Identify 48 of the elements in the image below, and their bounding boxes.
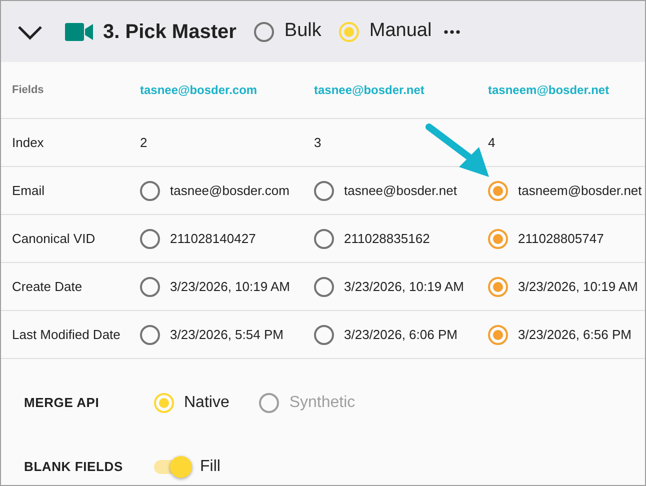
toggle-label: Fill: [200, 457, 220, 477]
more-icon[interactable]: [444, 30, 460, 34]
column-header: Fields: [12, 82, 45, 98]
annotation-arrow: [426, 124, 489, 177]
table-cell-text: 4: [488, 134, 496, 152]
radio-button[interactable]: [140, 180, 160, 200]
video-camera-icon: [65, 22, 93, 40]
table-cell-text: 3: [314, 134, 322, 152]
table-cell-text: tasneem@bosder.net: [518, 182, 642, 200]
radio-label: Bulk: [284, 19, 322, 44]
table-cell-text: 3/23/2026, 6:56 PM: [518, 326, 632, 344]
radio-button[interactable]: [140, 228, 160, 248]
radio-button[interactable]: [488, 276, 508, 296]
radio-button[interactable]: [314, 324, 334, 344]
section-title: 3. Pick Master: [103, 20, 236, 44]
row-label: Last Modified Date: [12, 326, 122, 344]
row-label: Index: [12, 134, 45, 152]
table-cell-text: 211028140427: [170, 230, 256, 248]
column-header: tasnee@bosder.com: [140, 82, 258, 99]
table-cell-text: tasnee@bosder.net: [344, 182, 457, 200]
radio-button[interactable]: [254, 22, 274, 42]
radio-button[interactable]: [140, 276, 160, 296]
radio-button[interactable]: [314, 276, 334, 296]
radio-button[interactable]: [314, 180, 334, 200]
radio-label: Manual: [369, 19, 432, 44]
radio-label: Native: [184, 393, 230, 413]
table-cell-text: 2: [140, 134, 148, 152]
table-cell-text: 211028805747: [518, 230, 604, 248]
radio-button[interactable]: [488, 180, 508, 200]
table-cell-text: tasnee@bosder.com: [170, 182, 290, 200]
radio-button[interactable]: [488, 228, 508, 248]
row-label: Email: [12, 182, 46, 200]
column-header: tasnee@bosder.net: [314, 82, 426, 99]
row-label: Create Date: [12, 278, 84, 296]
row-label: Canonical VID: [12, 230, 96, 248]
setting-label: BLANK FIELDS: [24, 458, 124, 476]
radio-label: Synthetic: [289, 393, 356, 413]
radio-button[interactable]: [140, 324, 160, 344]
table-cell-text: 3/23/2026, 10:19 AM: [518, 278, 638, 296]
table-cell-text: 3/23/2026, 10:19 AM: [344, 278, 464, 296]
table-cell-text: 3/23/2026, 5:54 PM: [170, 326, 284, 344]
column-header: tasneem@bosder.net: [488, 82, 610, 99]
table-cell-text: 3/23/2026, 6:06 PM: [344, 326, 458, 344]
table-cell-text: 3/23/2026, 10:19 AM: [170, 278, 290, 296]
table-cell-text: 211028835162: [344, 230, 430, 248]
setting-label: MERGE API: [24, 394, 100, 412]
radio-button[interactable]: [314, 228, 334, 248]
radio-button[interactable]: [488, 324, 508, 344]
